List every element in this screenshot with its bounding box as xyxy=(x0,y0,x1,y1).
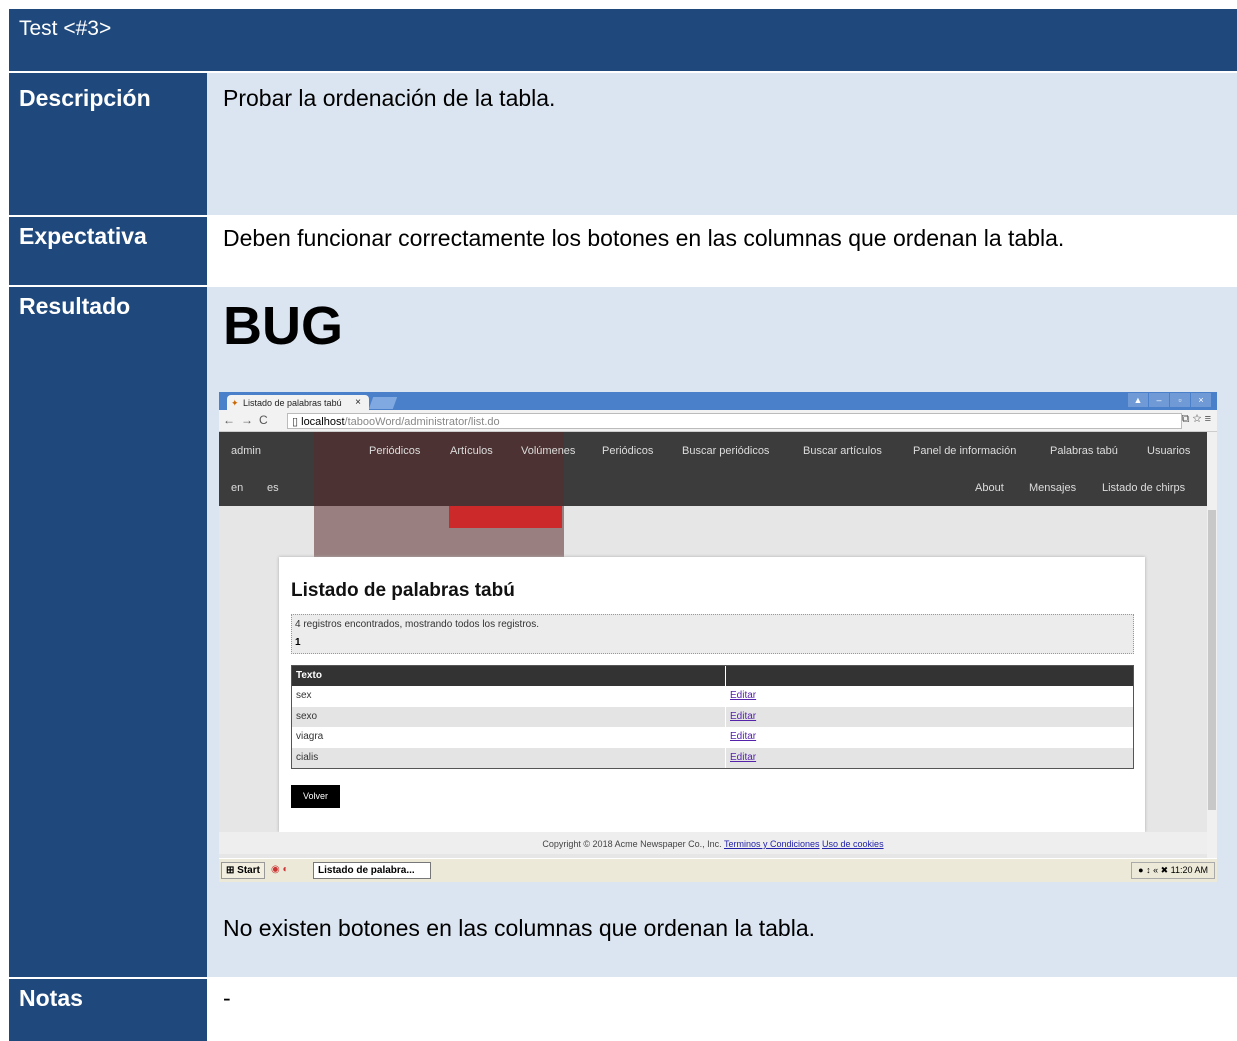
table-row: viagra Editar xyxy=(292,727,1133,748)
menu-item-chirps[interactable]: Listado de chirps xyxy=(1102,482,1185,494)
tray-icons[interactable]: ● ↕ « ✖ xyxy=(1138,865,1168,875)
cookies-link[interactable]: Uso de cookies xyxy=(822,839,884,849)
page-link[interactable]: 1 xyxy=(295,637,301,648)
back-button[interactable]: Volver xyxy=(291,785,340,808)
notas-cell: - xyxy=(207,979,1237,1041)
browser-tab[interactable]: ✦ Listado de palabras tabú × xyxy=(227,395,369,411)
test-title: Test <#3> xyxy=(19,17,112,40)
page-heading: Listado de palabras tabú xyxy=(291,580,515,601)
notas-text: - xyxy=(223,985,231,1011)
scrollbar[interactable] xyxy=(1207,432,1217,864)
os-taskbar: ⊞ Start ◉ ◐ Listado de palabra... ● ↕ « … xyxy=(219,858,1217,882)
menu-item-usuarios[interactable]: Usuarios xyxy=(1147,445,1190,457)
content-card: Listado de palabras tabú 4 registros enc… xyxy=(279,557,1145,832)
menu-item-palabras-tabu[interactable]: Palabras tabú xyxy=(1050,445,1118,457)
descripcion-label: Descripción xyxy=(19,85,151,111)
user-icon[interactable]: ▲ xyxy=(1128,393,1148,407)
records-count: 4 registros encontrados, mostrando todos… xyxy=(295,619,540,630)
resultado-text: No existen botones en las columnas que o… xyxy=(223,915,816,941)
expectativa-text: Deben funcionar correctamente los botone… xyxy=(223,225,1065,251)
cell-text: sex xyxy=(292,686,726,707)
table-row: sex Editar xyxy=(292,686,1133,707)
menu-item-panel[interactable]: Panel de información xyxy=(913,445,1016,457)
start-label: Start xyxy=(237,865,260,876)
menu-item-about[interactable]: About xyxy=(975,482,1004,494)
url-field[interactable]: ▯ localhost/tabooWord/administrator/list… xyxy=(287,413,1182,429)
menu-item-mensajes[interactable]: Mensajes xyxy=(1029,482,1076,494)
menu-item-periodicos[interactable]: Periódicos xyxy=(369,445,420,457)
column-actions xyxy=(726,666,734,686)
tab-title: Listado de palabras tabú xyxy=(243,398,342,408)
toolbar-icons[interactable]: ⧉ ☆ ≡ xyxy=(1182,413,1211,426)
notas-label: Notas xyxy=(19,985,83,1011)
cell-text: viagra xyxy=(292,727,726,748)
start-button[interactable]: ⊞ Start xyxy=(221,862,265,879)
logo-block xyxy=(449,506,562,528)
table-header: Texto xyxy=(292,666,1133,686)
close-window-icon[interactable]: × xyxy=(1191,393,1211,407)
embedded-screenshot: ✦ Listado de palabras tabú × ▲ – ▫ × ←→C… xyxy=(219,392,1217,882)
address-bar: ←→C ▯ localhost/tabooWord/administrator/… xyxy=(219,410,1217,432)
resultado-label: Resultado xyxy=(19,293,131,319)
menu-item-buscar-periodicos[interactable]: Buscar periódicos xyxy=(682,445,769,457)
cell-text: sexo xyxy=(292,706,726,727)
browser-tabstrip: ✦ Listado de palabras tabú × ▲ – ▫ × xyxy=(219,392,1217,411)
descripcion-cell: Probar la ordenación de la tabla. xyxy=(207,73,1237,215)
minimize-icon[interactable]: – xyxy=(1149,393,1169,407)
url-host: localhost xyxy=(301,416,345,428)
system-tray: ● ↕ « ✖ 11:20 AM xyxy=(1131,862,1215,879)
edit-link[interactable]: Editar xyxy=(730,731,756,742)
lang-en[interactable]: en xyxy=(231,482,243,494)
menu-item-periodicos-2[interactable]: Periódicos xyxy=(602,445,653,457)
edit-link[interactable]: Editar xyxy=(730,711,756,722)
menu-item-buscar-articulos[interactable]: Buscar artículos xyxy=(803,445,882,457)
cell-text: cialis xyxy=(292,747,726,768)
expectativa-cell: Deben funcionar correctamente los botone… xyxy=(207,217,1237,285)
menu-item-admin[interactable]: admin xyxy=(231,445,261,457)
window-controls: ▲ – ▫ × xyxy=(1128,393,1211,407)
page-icon: ▯ xyxy=(292,416,299,428)
pagination-info: 4 registros encontrados, mostrando todos… xyxy=(291,614,1134,654)
table-row: sexo Editar xyxy=(292,706,1133,727)
table-row: cialis Editar xyxy=(292,747,1133,768)
edit-link[interactable]: Editar xyxy=(730,752,756,763)
clock: 11:20 AM xyxy=(1170,865,1208,875)
copyright-text: Copyright © 2018 Acme Newspaper Co., Inc… xyxy=(542,839,722,849)
quicklaunch-icons[interactable]: ◉ ◐ xyxy=(271,864,289,875)
column-texto: Texto xyxy=(292,666,726,686)
taboo-words-table: Texto sex Editar sexo Editar viagra Edit… xyxy=(291,665,1134,769)
scrollbar-thumb[interactable] xyxy=(1208,510,1216,810)
terms-link[interactable]: Terminos y Condiciones xyxy=(724,839,820,849)
taskbar-item[interactable]: Listado de palabra... xyxy=(313,862,431,879)
new-tab-button[interactable] xyxy=(368,397,398,409)
page-footer: Copyright © 2018 Acme Newspaper Co., Inc… xyxy=(219,832,1207,854)
test-header: Test <#3> xyxy=(9,9,1237,71)
tab-close-icon[interactable]: × xyxy=(355,397,361,408)
url-path: /tabooWord/administrator/list.do xyxy=(344,416,500,428)
site-navbar: admin Periódicos Artículos Volúmenes Per… xyxy=(219,432,1207,566)
favicon-icon: ✦ xyxy=(231,398,239,408)
nav-buttons[interactable]: ←→C xyxy=(223,413,274,427)
lang-es[interactable]: es xyxy=(267,482,279,494)
windows-icon: ⊞ xyxy=(226,865,235,876)
menu-item-volumenes[interactable]: Volúmenes xyxy=(521,445,575,457)
resultado-cell: BUG ✦ Listado de palabras tabú × ▲ – ▫ ×… xyxy=(207,287,1237,977)
result-status: BUG xyxy=(223,296,343,356)
descripcion-text: Probar la ordenación de la tabla. xyxy=(223,85,556,111)
restore-icon[interactable]: ▫ xyxy=(1170,393,1190,407)
menu-item-articulos[interactable]: Artículos xyxy=(450,445,493,457)
expectativa-label: Expectativa xyxy=(19,223,147,249)
test-case-table: Test <#3> Descripción Probar la ordenaci… xyxy=(9,9,1237,1041)
edit-link[interactable]: Editar xyxy=(730,690,756,701)
